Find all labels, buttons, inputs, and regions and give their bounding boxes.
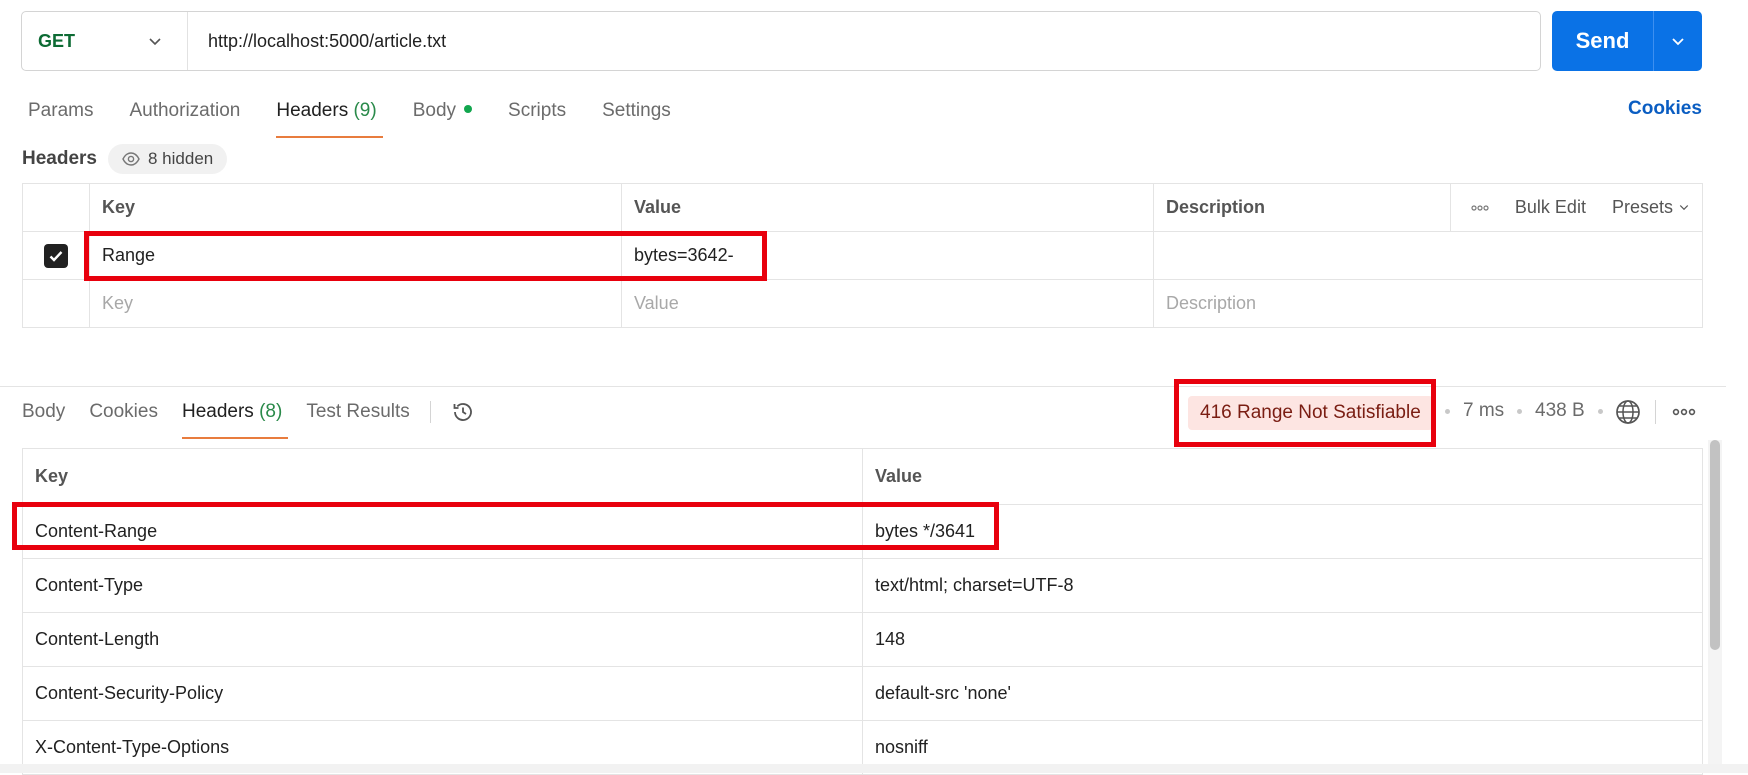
column-key: Key (22, 448, 863, 505)
meta-divider (1655, 400, 1656, 424)
meta-separator-dot (1598, 409, 1603, 414)
table-row: Content-Length 148 (22, 612, 1703, 667)
hidden-count-label: 8 hidden (148, 149, 214, 168)
tab-response-headers[interactable]: Headers (8) (181, 401, 289, 439)
more-horizontal-icon[interactable] (1672, 402, 1696, 422)
method-label: GET (38, 30, 76, 51)
tab-headers[interactable]: Headers (9) (276, 100, 384, 138)
select-column (22, 183, 90, 232)
table-row: Range bytes=3642- (22, 231, 1703, 280)
history-icon[interactable] (451, 400, 475, 424)
tab-authorization[interactable]: Authorization (129, 100, 240, 122)
response-time[interactable]: 7 ms (1463, 400, 1504, 422)
tab-label: Scripts (508, 100, 567, 121)
chevron-down-icon (149, 38, 161, 46)
tab-label: Params (28, 100, 94, 121)
hidden-headers-toggle[interactable]: 8 hidden (108, 144, 228, 174)
meta-separator-dot (1517, 409, 1522, 414)
header-description-cell[interactable] (1153, 231, 1703, 280)
method-select[interactable]: GET (22, 12, 188, 70)
meta-separator-dot (1445, 409, 1450, 414)
tab-label: Cookies (89, 401, 158, 422)
chevron-down-icon (1672, 38, 1684, 46)
chevron-down-icon (1679, 205, 1689, 211)
response-tabs: Body Cookies Headers (8) Test Results (22, 400, 475, 439)
new-value-input[interactable]: Value (621, 279, 1154, 328)
new-description-input[interactable]: Description (1153, 279, 1703, 328)
row-checkbox-cell (22, 279, 90, 328)
tab-label: Test Results (306, 401, 410, 422)
column-description: Description (1153, 183, 1451, 232)
request-headers-table: Key Value Description Bulk Edit Presets … (22, 183, 1703, 328)
section-divider (0, 386, 1726, 387)
column-value: Value (862, 448, 1703, 505)
globe-icon[interactable] (1614, 398, 1642, 426)
response-header-value: bytes */3641 (862, 504, 1703, 559)
url-input[interactable] (188, 12, 1540, 70)
response-header-key: Content-Security-Policy (22, 666, 863, 721)
table-row: Content-Range bytes */3641 (22, 504, 1703, 559)
response-header-key: Content-Range (22, 504, 863, 559)
table-row: Content-Type text/html; charset=UTF-8 (22, 558, 1703, 613)
tab-scripts[interactable]: Scripts (508, 100, 566, 122)
bottom-strip (0, 764, 1748, 773)
scrollbar-thumb[interactable] (1710, 440, 1720, 650)
tab-body[interactable]: Body (412, 100, 473, 122)
response-headers-table: Key Value Content-Range bytes */3641 Con… (22, 448, 1703, 775)
new-key-input[interactable]: Key (89, 279, 622, 328)
table-header-row: Key Value Description Bulk Edit Presets (22, 183, 1703, 232)
tab-params[interactable]: Params (28, 100, 93, 122)
send-button-group: Send (1552, 11, 1702, 71)
response-header-key: Content-Type (22, 558, 863, 613)
tab-label: Settings (602, 100, 671, 121)
tab-settings[interactable]: Settings (602, 100, 671, 122)
response-header-value: text/html; charset=UTF-8 (862, 558, 1703, 613)
tab-label: Headers (181, 401, 254, 422)
presets-label: Presets (1611, 197, 1673, 217)
more-horizontal-icon[interactable] (1471, 204, 1489, 211)
response-header-value: default-src 'none' (862, 666, 1703, 721)
send-options-button[interactable] (1653, 11, 1702, 71)
response-size[interactable]: 438 B (1535, 400, 1585, 422)
request-tabs: Params Authorization Headers (9) Body Sc… (28, 100, 707, 138)
header-enabled-checkbox[interactable] (44, 243, 68, 268)
response-header-key: Content-Length (22, 612, 863, 667)
column-key: Key (89, 183, 622, 232)
eye-icon (122, 152, 140, 166)
header-value-cell[interactable]: bytes=3642- (621, 231, 1154, 280)
status-badge[interactable]: 416 Range Not Satisfiable (1188, 396, 1433, 430)
tab-label: Body (412, 100, 457, 121)
tab-label: Body (22, 401, 66, 422)
tab-count: (8) (259, 401, 283, 422)
bulk-edit-button[interactable]: Bulk Edit (1515, 197, 1586, 218)
tab-response-cookies[interactable]: Cookies (89, 401, 158, 423)
url-bar: GET (21, 11, 1541, 71)
response-header-value: 148 (862, 612, 1703, 667)
presets-dropdown[interactable]: Presets (1612, 197, 1690, 218)
tab-test-results[interactable]: Test Results (306, 401, 409, 423)
tab-separator (429, 401, 431, 423)
row-checkbox-cell (22, 231, 90, 280)
cookies-link[interactable]: Cookies (1628, 98, 1702, 120)
send-button[interactable]: Send (1552, 11, 1653, 71)
checkmark-icon (49, 250, 63, 262)
table-actions: Bulk Edit Presets (1450, 183, 1703, 232)
headers-section-title: Headers (22, 148, 97, 169)
tab-response-body[interactable]: Body (22, 401, 65, 423)
column-value: Value (621, 183, 1154, 232)
tab-label: Headers (276, 100, 349, 121)
table-row: Content-Security-Policy default-src 'non… (22, 666, 1703, 721)
modified-dot-icon (464, 104, 473, 113)
table-row-empty: Key Value Description (22, 279, 1703, 328)
tab-label: Authorization (129, 100, 241, 121)
tab-count: (9) (353, 100, 377, 121)
header-key-cell[interactable]: Range (89, 231, 622, 280)
table-header-row: Key Value (22, 448, 1703, 505)
